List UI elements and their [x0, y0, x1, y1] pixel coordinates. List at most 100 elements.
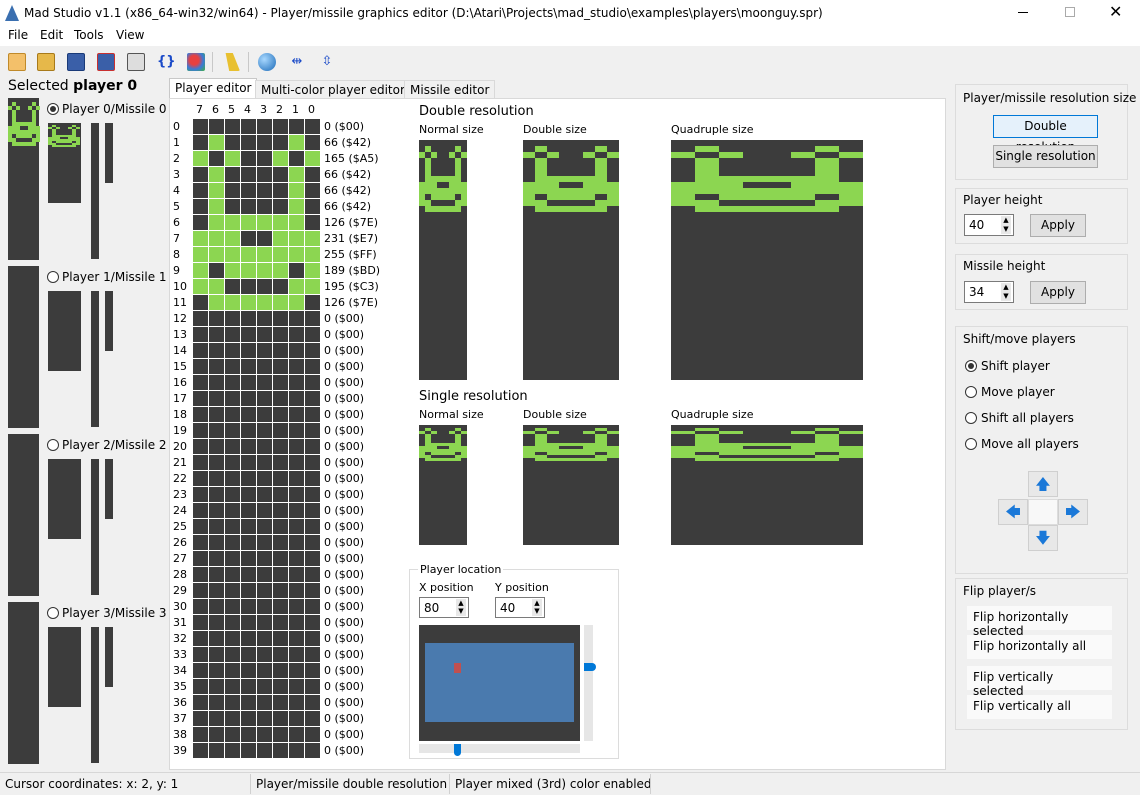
grid-cell[interactable]: [289, 231, 304, 246]
grid-cell[interactable]: [209, 167, 224, 182]
grid-cell[interactable]: [225, 151, 240, 166]
grid-cell[interactable]: [257, 247, 272, 262]
grid-cell[interactable]: [209, 183, 224, 198]
grid-cell[interactable]: [209, 327, 224, 342]
grid-cell[interactable]: [305, 519, 320, 534]
grid-cell[interactable]: [289, 503, 304, 518]
flip-horizontally-selected-button[interactable]: Flip horizontally selected: [967, 606, 1112, 638]
grid-cell[interactable]: [225, 407, 240, 422]
grid-cell[interactable]: [289, 263, 304, 278]
grid-cell[interactable]: [289, 519, 304, 534]
grid-cell[interactable]: [193, 423, 208, 438]
grid-cell[interactable]: [257, 503, 272, 518]
grid-cell[interactable]: [241, 455, 256, 470]
code-icon[interactable]: {}: [157, 53, 176, 71]
grid-cell[interactable]: [241, 615, 256, 630]
palette-icon[interactable]: [187, 53, 205, 71]
grid-cell[interactable]: [289, 343, 304, 358]
grid-cell[interactable]: [225, 231, 240, 246]
grid-cell[interactable]: [241, 631, 256, 646]
grid-cell[interactable]: [257, 727, 272, 742]
grid-cell[interactable]: [289, 455, 304, 470]
grid-cell[interactable]: [225, 135, 240, 150]
grid-cell[interactable]: [289, 327, 304, 342]
player-slot[interactable]: Player 2/Missile 2: [0, 434, 168, 598]
grid-cell[interactable]: [257, 679, 272, 694]
grid-cell[interactable]: [257, 663, 272, 678]
grid-cell[interactable]: [305, 599, 320, 614]
grid-cell[interactable]: [241, 663, 256, 678]
grid-cell[interactable]: [209, 695, 224, 710]
grid-cell[interactable]: [209, 359, 224, 374]
fit-vertical-icon[interactable]: ⇳: [318, 53, 336, 71]
grid-cell[interactable]: [209, 743, 224, 758]
grid-cell[interactable]: [193, 279, 208, 294]
grid-cell[interactable]: [305, 695, 320, 710]
tab-player-editor[interactable]: Player editor: [169, 78, 258, 98]
grid-cell[interactable]: [225, 327, 240, 342]
grid-cell[interactable]: [241, 503, 256, 518]
menu-file[interactable]: File: [8, 28, 28, 42]
grid-cell[interactable]: [225, 615, 240, 630]
grid-cell[interactable]: [289, 487, 304, 502]
grid-cell[interactable]: [273, 151, 288, 166]
shift-radio-2[interactable]: [965, 412, 977, 424]
grid-cell[interactable]: [257, 567, 272, 582]
grid-cell[interactable]: [305, 439, 320, 454]
location-preview[interactable]: [419, 625, 580, 741]
player-radio-1[interactable]: [47, 271, 59, 283]
grid-cell[interactable]: [225, 279, 240, 294]
grid-cell[interactable]: [305, 279, 320, 294]
grid-cell[interactable]: [273, 263, 288, 278]
grid-cell[interactable]: [225, 423, 240, 438]
player-radio-0[interactable]: [47, 103, 59, 115]
grid-cell[interactable]: [257, 151, 272, 166]
grid-cell[interactable]: [305, 311, 320, 326]
grid-cell[interactable]: [289, 727, 304, 742]
grid-cell[interactable]: [289, 599, 304, 614]
grid-cell[interactable]: [305, 231, 320, 246]
grid-cell[interactable]: [273, 535, 288, 550]
player-position-marker[interactable]: [453, 662, 461, 673]
grid-cell[interactable]: [257, 551, 272, 566]
grid-cell[interactable]: [257, 455, 272, 470]
grid-cell[interactable]: [209, 583, 224, 598]
grid-cell[interactable]: [305, 615, 320, 630]
grid-cell[interactable]: [225, 295, 240, 310]
save-icon[interactable]: [67, 53, 85, 71]
grid-cell[interactable]: [241, 567, 256, 582]
grid-cell[interactable]: [257, 167, 272, 182]
grid-cell[interactable]: [257, 183, 272, 198]
grid-cell[interactable]: [241, 119, 256, 134]
grid-cell[interactable]: [305, 151, 320, 166]
grid-cell[interactable]: [289, 151, 304, 166]
grid-cell[interactable]: [209, 135, 224, 150]
grid-cell[interactable]: [241, 311, 256, 326]
grid-cell[interactable]: [289, 119, 304, 134]
grid-cell[interactable]: [209, 711, 224, 726]
grid-cell[interactable]: [225, 551, 240, 566]
grid-cell[interactable]: [273, 695, 288, 710]
grid-cell[interactable]: [289, 279, 304, 294]
grid-cell[interactable]: [273, 647, 288, 662]
grid-cell[interactable]: [225, 183, 240, 198]
grid-cell[interactable]: [305, 583, 320, 598]
grid-cell[interactable]: [257, 695, 272, 710]
player-slot[interactable]: Player 3/Missile 3: [0, 602, 168, 766]
grid-cell[interactable]: [305, 487, 320, 502]
grid-cell[interactable]: [225, 599, 240, 614]
grid-cell[interactable]: [225, 519, 240, 534]
grid-cell[interactable]: [225, 359, 240, 374]
grid-cell[interactable]: [273, 455, 288, 470]
grid-cell[interactable]: [289, 375, 304, 390]
grid-cell[interactable]: [273, 503, 288, 518]
grid-cell[interactable]: [225, 119, 240, 134]
menu-edit[interactable]: Edit: [40, 28, 63, 42]
grid-cell[interactable]: [289, 215, 304, 230]
x-slider-thumb[interactable]: [454, 744, 461, 756]
grid-cell[interactable]: [209, 455, 224, 470]
grid-cell[interactable]: [273, 423, 288, 438]
menu-view[interactable]: View: [116, 28, 144, 42]
grid-cell[interactable]: [225, 391, 240, 406]
minimize-icon[interactable]: [1018, 12, 1028, 13]
